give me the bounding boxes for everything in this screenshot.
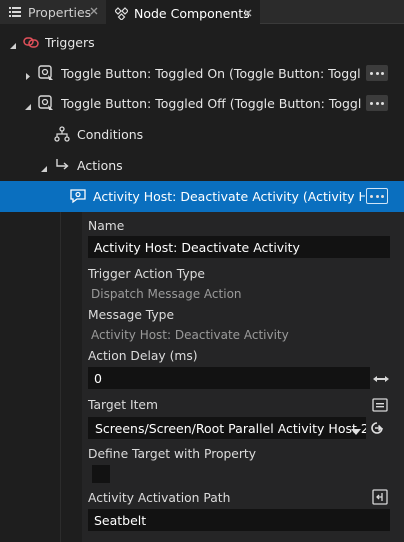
tab-node-components[interactable]: Node Components [106,0,260,24]
close-icon[interactable] [242,7,254,19]
define-target-label: Define Target with Property [88,447,257,461]
tree-item-actions[interactable]: Actions [0,150,404,181]
chevron-down-icon[interactable] [24,99,34,110]
property-binding-icon[interactable] [371,488,389,506]
activity-activation-path-label: Activity Activation Path [88,491,231,505]
tree-item-label: Toggle Button: Toggled On (Toggle Button… [61,66,361,81]
tab-node-components-label: Node Components [134,5,250,21]
tree-item-label: Toggle Button: Toggled Off (Toggle Butto… [61,96,361,111]
tree-root-label: Triggers [45,35,95,50]
tree-item-selected-action[interactable]: Activity Host: Deactivate Activity (Acti… [0,181,404,212]
action-delay-field[interactable]: 0 [88,367,370,389]
tree-guide [60,181,61,542]
chevron-right-icon[interactable] [24,69,34,80]
tab-bar: Properties Node Components [0,0,404,24]
tree-item-toggled-off[interactable]: Toggle Button: Toggled Off (Toggle Butto… [0,88,404,119]
tab-properties-label: Properties [28,4,92,20]
tree-root-triggers[interactable]: Triggers [0,27,404,58]
trigger-action-type-value: Dispatch Message Action [91,287,242,301]
target-item-value: Screens/Screen/Root Parallel Activity Ho… [95,420,366,436]
message-type-label: Message Type [88,308,175,322]
trigger-icon [38,65,54,81]
target-item-label: Target Item [88,398,158,412]
target-item-dropdown[interactable]: Screens/Screen/Root Parallel Activity Ho… [88,417,366,439]
tree-item-toggled-on[interactable]: Toggle Button: Toggled On (Toggle Button… [0,58,404,89]
trigger-icon [38,95,54,111]
action-message-icon [70,188,86,204]
message-type-value: Activity Host: Deactivate Activity [91,328,289,342]
panel-gutter [70,212,82,542]
actions-icon [55,157,71,173]
close-icon[interactable] [88,5,100,17]
name-label: Name [88,219,125,233]
chevron-down-icon[interactable] [40,161,50,172]
tree-item-label: Actions [77,158,123,173]
action-delay-label: Action Delay (ms) [88,349,198,363]
more-options-button[interactable] [366,188,388,204]
triggers-icon [23,34,39,50]
node-components-icon [114,6,128,20]
tab-properties[interactable]: Properties [0,0,106,24]
trigger-action-type-label: Trigger Action Type [88,267,205,281]
go-to-target-icon[interactable] [368,419,386,437]
conditions-icon [54,126,70,142]
chevron-down-icon[interactable] [9,38,19,49]
name-field[interactable]: Activity Host: Deactivate Activity [88,236,390,258]
more-options-button[interactable] [366,65,388,81]
activity-activation-path-field[interactable]: Seatbelt [88,509,390,531]
drag-adjust-icon[interactable] [372,370,390,388]
properties-list-icon [8,5,22,19]
dropdown-arrow-icon [351,424,361,439]
more-options-button[interactable] [366,95,388,111]
tree-item-label: Conditions [77,127,144,142]
define-target-checkbox[interactable] [92,465,110,483]
binding-picker-icon[interactable] [371,396,389,414]
tree-item-conditions[interactable]: Conditions [0,119,404,150]
tree-item-label: Activity Host: Deactivate Activity (Acti… [93,189,365,204]
